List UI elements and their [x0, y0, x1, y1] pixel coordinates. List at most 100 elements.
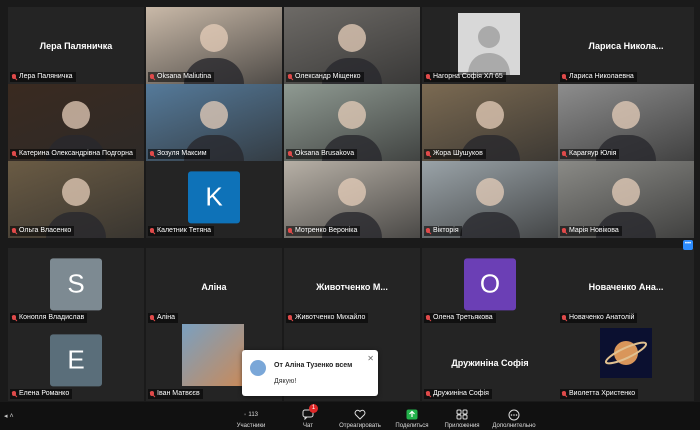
person-silhouette	[200, 100, 228, 129]
participant-tile[interactable]: Зозуля Максим	[146, 84, 282, 161]
participant-name-label: Катерина Олександрівна Подгорна	[10, 149, 136, 159]
participant-name-label: Жора Шушуков	[424, 149, 486, 159]
muted-mic-icon	[287, 227, 293, 235]
apps-label: Приложения	[444, 423, 480, 429]
participant-tile[interactable]: Лариса Никола... Лариса Николаевна	[558, 7, 694, 84]
chat-button[interactable]: 1 Чат	[279, 404, 337, 429]
participant-name: Лера Паляничка	[19, 73, 73, 80]
participant-name-label: Нагорна Софія ХЛ 65	[424, 72, 506, 82]
muted-mic-icon	[11, 150, 17, 158]
participant-name-label: Олександр Міщенко	[286, 72, 364, 82]
participants-count: 113	[248, 411, 258, 418]
muted-mic-icon	[561, 314, 567, 322]
participant-name: Марія Новікова	[569, 227, 619, 234]
participant-name-label: Аліна	[148, 313, 179, 323]
chat-badge: 1	[309, 404, 318, 413]
person-silhouette	[338, 23, 366, 52]
participant-name: Калетник Тетяна	[157, 227, 212, 234]
more-label: Дополнительно	[492, 423, 536, 429]
participant-tile[interactable]: Животченко М... Животченко Михайло	[284, 248, 420, 325]
participants-button[interactable]: 113 Участники	[222, 408, 280, 430]
muted-mic-icon	[149, 390, 155, 398]
muted-mic-icon	[149, 150, 155, 158]
participant-name: Oksana Malіutina	[157, 73, 212, 80]
participant-tile[interactable]: Марія Новікова	[558, 161, 694, 238]
person-silhouette	[612, 177, 640, 206]
participant-tile[interactable]: Oksana Malіutina	[146, 7, 282, 84]
more-icon	[507, 408, 521, 421]
participant-tile[interactable]: Дружиніна Софія Дружиніна Софія	[422, 324, 558, 401]
audio-menu-caret[interactable]: ◂ ˄	[4, 412, 14, 420]
participant-tile[interactable]: K Калетник Тетяна	[146, 161, 282, 238]
person-silhouette	[338, 177, 366, 206]
more-options-button[interactable]: •••	[683, 240, 693, 250]
participant-name-label: Олена Третьякова	[424, 313, 496, 323]
participant-display-name: Дружиніна Софія	[451, 357, 529, 368]
participant-tile[interactable]: Вікторія	[422, 161, 558, 238]
participant-name: Ольга Власенко	[19, 227, 72, 234]
participants-icon: 113	[244, 408, 258, 421]
participant-name: Олена Третьякова	[433, 314, 493, 321]
participant-name: Конопля Владислав	[19, 314, 85, 321]
profile-picture	[600, 328, 652, 378]
participant-name: Виолетта Христенко	[569, 390, 636, 397]
participants-label: Участники	[236, 423, 266, 429]
muted-mic-icon	[561, 227, 567, 235]
muted-mic-icon	[149, 314, 155, 322]
participant-tile[interactable]: Карагяур Юлія	[558, 84, 694, 161]
participant-name: Іван Матвєєв	[157, 390, 200, 397]
participant-tile[interactable]: O Олена Третьякова	[422, 248, 558, 325]
participant-tile[interactable]: Аліна Аліна	[146, 248, 282, 325]
avatar	[458, 13, 520, 75]
person-silhouette	[338, 100, 366, 129]
person-silhouette	[612, 100, 640, 129]
heart-icon	[353, 408, 367, 421]
avatar	[250, 360, 266, 376]
participant-name: Новаченко Анатолій	[569, 314, 635, 321]
muted-mic-icon	[425, 150, 431, 158]
participant-tile[interactable]: Ольга Власенко	[8, 161, 144, 238]
person-silhouette	[476, 100, 504, 129]
share-screen-icon	[405, 408, 419, 421]
more-button[interactable]: Дополнительно	[485, 408, 543, 429]
participant-tile[interactable]: Виолетта Христенко	[558, 324, 694, 401]
muted-mic-icon	[287, 150, 293, 158]
meeting-toolbar: ◂ ˄ 113 Участники 1 Чат Отреагировать По…	[0, 402, 700, 430]
participant-tile[interactable]: Катерина Олександрівна Подгорна	[8, 84, 144, 161]
muted-mic-icon	[561, 390, 567, 398]
participant-name-label: Новаченко Анатолій	[560, 313, 638, 323]
participant-tile[interactable]: Нагорна Софія ХЛ 65	[422, 7, 558, 84]
participant-name-label: Мотренко Вероніка	[286, 226, 361, 236]
muted-mic-icon	[11, 390, 17, 398]
participant-tile[interactable]: Лера Паляничка Лера Паляничка	[8, 7, 144, 84]
chat-notification[interactable]: От Аліна Тузенко всем Дякую! ✕	[242, 350, 378, 396]
participant-tile[interactable]: Новаченко Ана... Новаченко Анатолій	[558, 248, 694, 325]
muted-mic-icon	[425, 390, 431, 398]
participant-tile[interactable]: Oksana Brusakova	[284, 84, 420, 161]
participant-name: Катерина Олександрівна Подгорна	[19, 150, 133, 157]
participant-name-label: Лариса Николаевна	[560, 72, 637, 82]
participant-name-label: Дружиніна Софія	[424, 389, 492, 399]
participant-name: Мотренко Вероніка	[295, 227, 358, 234]
muted-mic-icon	[425, 73, 431, 81]
share-label: Поделиться	[395, 423, 429, 429]
participant-name-label: Ольга Власенко	[10, 226, 75, 236]
avatar: O	[464, 257, 516, 310]
participant-name: Нагорна Софія ХЛ 65	[433, 73, 503, 80]
apps-icon	[455, 408, 469, 421]
participant-tile[interactable]: S Конопля Владислав	[8, 248, 144, 325]
muted-mic-icon	[11, 73, 17, 81]
participant-name: Вікторія	[433, 227, 459, 234]
participant-name-label: Зозуля Максим	[148, 149, 210, 159]
participant-tile[interactable]: E Елена Романко	[8, 324, 144, 401]
participant-tile[interactable]: Олександр Міщенко	[284, 7, 420, 84]
react-button[interactable]: Отреагировать	[330, 408, 390, 429]
participant-tile[interactable]: Мотренко Вероніка	[284, 161, 420, 238]
apps-button[interactable]: Приложения	[433, 408, 491, 429]
participant-name: Аліна	[157, 314, 176, 321]
muted-mic-icon	[425, 227, 431, 235]
close-icon[interactable]: ✕	[367, 354, 374, 363]
avatar: E	[50, 333, 102, 386]
participant-tile[interactable]: Жора Шушуков	[422, 84, 558, 161]
participant-display-name: Лера Паляничка	[39, 40, 113, 51]
